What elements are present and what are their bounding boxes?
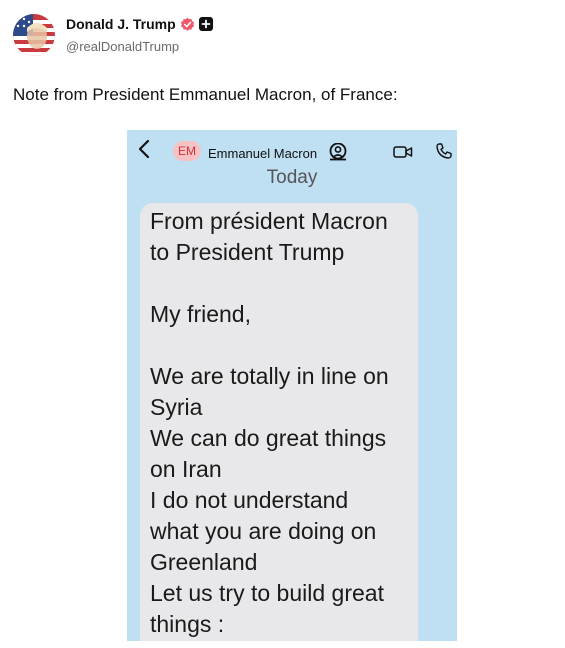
- verified-badge-icon: [180, 17, 194, 31]
- video-icon: [393, 146, 413, 158]
- people-icon: [329, 143, 347, 161]
- plus-badge-icon: [198, 17, 213, 31]
- user-handle[interactable]: @realDonaldTrump: [66, 39, 179, 54]
- contact-name: Emmanuel Macron: [208, 146, 318, 161]
- message-bubble: From président Macron to President Trump…: [140, 203, 418, 641]
- avatar[interactable]: [13, 14, 55, 56]
- post-text: Note from President Emmanuel Macron, of …: [13, 85, 398, 104]
- message-text: From président Macron to President Trump…: [150, 208, 389, 637]
- chevron-left-icon: [138, 139, 150, 159]
- phone-icon: [436, 143, 452, 159]
- date-separator: Today: [266, 167, 318, 188]
- message-screenshot: EM Emmanuel Macron Today From président …: [127, 130, 457, 641]
- chat-header: EM Emmanuel Macron: [127, 130, 457, 170]
- contact-avatar: EM: [173, 141, 201, 161]
- author-name[interactable]: Donald J. Trump: [66, 16, 176, 32]
